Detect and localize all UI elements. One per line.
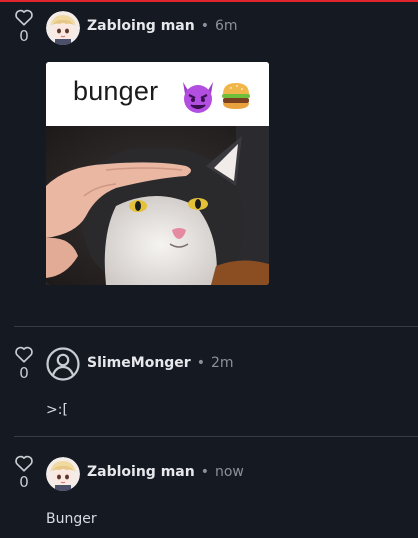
separator-dot: • <box>200 464 209 480</box>
vote-control: 0 <box>12 454 36 491</box>
heart-icon[interactable] <box>14 345 34 363</box>
default-user-icon <box>46 347 80 381</box>
heart-icon[interactable] <box>14 454 34 472</box>
comment-meta: Zabloing man • 6m <box>87 17 238 35</box>
avatar[interactable] <box>46 347 80 381</box>
comment-2: 0 SlimeMonger • 2m >:[ <box>0 327 418 436</box>
vote-count: 0 <box>19 364 29 382</box>
anime-avatar-icon <box>46 11 80 45</box>
vote-control: 0 <box>12 8 36 45</box>
comment-meta: Zabloing man • now <box>87 463 244 481</box>
author-name[interactable]: SlimeMonger <box>87 355 191 371</box>
author-name[interactable]: Zabloing man <box>87 18 195 34</box>
timestamp: 6m <box>214 18 238 34</box>
comment-1: 0 Zabloing man • 6m bunger <box>0 0 418 326</box>
separator-dot: • <box>200 18 209 34</box>
image-attachment[interactable]: bunger <box>46 62 269 285</box>
avatar[interactable] <box>46 11 80 45</box>
comment-text: Bunger <box>46 511 97 527</box>
avatar[interactable] <box>46 457 80 491</box>
image-caption-text: bunger <box>73 76 159 106</box>
timestamp: now <box>214 464 244 480</box>
hamburger-emoji-icon <box>222 83 250 109</box>
anime-avatar-icon <box>46 457 80 491</box>
heart-icon[interactable] <box>14 8 34 26</box>
vote-control: 0 <box>12 345 36 382</box>
cat-photo <box>46 126 269 285</box>
comment-text: >:[ <box>46 402 68 418</box>
vote-count: 0 <box>19 473 29 491</box>
image-caption-area: bunger <box>46 62 269 126</box>
author-name[interactable]: Zabloing man <box>87 464 195 480</box>
comment-meta: SlimeMonger • 2m <box>87 354 234 372</box>
separator-dot: • <box>196 355 205 371</box>
comment-3: 0 Zabloing man • now Bunger <box>0 437 418 538</box>
devil-face-emoji-icon <box>183 82 213 113</box>
vote-count: 0 <box>19 27 29 45</box>
timestamp: 2m <box>210 355 234 371</box>
